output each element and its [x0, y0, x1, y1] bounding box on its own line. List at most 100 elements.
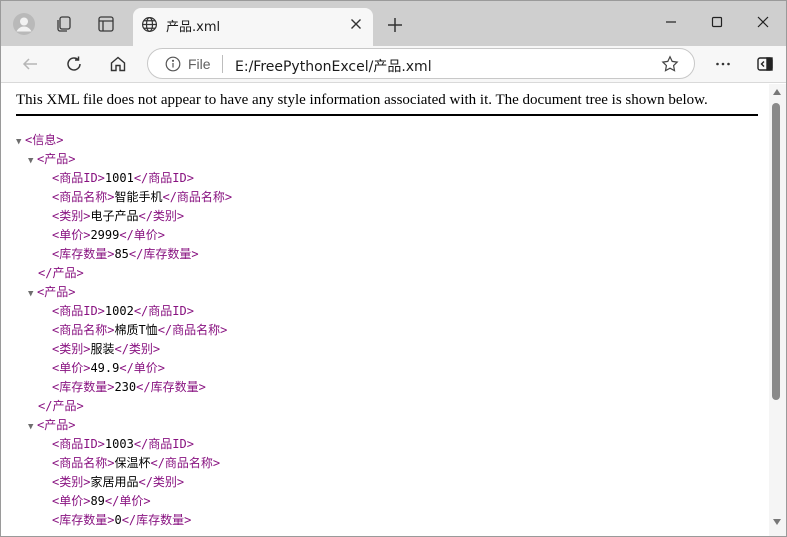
star-icon[interactable] — [660, 54, 680, 74]
xml-open-tag: <产品> — [37, 285, 76, 299]
xml-text-value: 智能手机 — [114, 190, 163, 204]
xml-tree-line[interactable]: ▼ <产品> — [1, 283, 761, 302]
xml-open-tag: <库存数量> — [52, 380, 115, 394]
home-icon[interactable] — [103, 49, 133, 79]
xml-close-tag: </产品> — [38, 399, 84, 413]
xml-text-value: 1002 — [104, 304, 134, 318]
window-close-icon[interactable] — [743, 7, 783, 37]
xml-viewer: This XML file does not appear to have an… — [1, 84, 769, 536]
xml-text-value: 1003 — [104, 437, 134, 451]
xml-open-tag: <类别> — [52, 342, 91, 356]
tab-active[interactable]: 产品.xml — [133, 8, 373, 46]
xml-open-tag: <商品名称> — [52, 323, 115, 337]
xml-open-tag: <单价> — [52, 228, 91, 242]
xml-text-value: 2999 — [90, 228, 120, 242]
xml-tree-line: <单价>89</单价> — [1, 492, 761, 511]
tab-title: 产品.xml — [166, 20, 221, 35]
xml-text-value: 49.9 — [90, 361, 120, 375]
xml-tree-line: <商品名称>智能手机</商品名称> — [1, 188, 761, 207]
xml-open-tag: <商品名称> — [52, 190, 115, 204]
xml-close-tag: </商品名称> — [157, 323, 228, 337]
maximize-icon[interactable] — [697, 7, 737, 37]
xml-text-value: 棉质T恤 — [114, 323, 158, 337]
xml-open-tag: <产品> — [37, 152, 76, 166]
xml-tree-line[interactable]: ▼ <产品> — [1, 416, 761, 435]
tab-actions-icon[interactable] — [91, 9, 121, 39]
address-bar[interactable]: File E:/FreePythonExcel/产品.xml — [147, 48, 695, 79]
plus-icon[interactable] — [383, 13, 407, 37]
address-scheme: File — [188, 56, 211, 72]
xml-tree-line: <商品ID>1002</商品ID> — [1, 302, 761, 321]
xml-close-tag: </库存数量> — [128, 247, 199, 261]
xml-close-tag: </商品ID> — [133, 437, 194, 451]
globe-icon — [139, 14, 159, 34]
xml-close-tag: </库存数量> — [136, 380, 206, 394]
minimize-icon[interactable] — [651, 7, 691, 37]
back-arrow-icon[interactable] — [15, 49, 45, 79]
xml-open-tag: <单价> — [52, 494, 91, 508]
xml-tree-line: <类别>电子产品</类别> — [1, 207, 761, 226]
xml-tree-line: <库存数量>0</库存数量> — [1, 511, 761, 530]
xml-tree: ▼ <信息> ▼ <产品> <商品ID>1001</商品ID> <商品名称>智能手机</商… — [1, 131, 761, 530]
xml-close-tag: </单价> — [119, 361, 166, 375]
xml-tree-line: <单价>49.9</单价> — [1, 359, 761, 378]
workspaces-icon[interactable] — [49, 9, 79, 39]
xml-close-tag: </商品名称> — [150, 456, 221, 470]
xml-tree-line[interactable]: ▼ <信息> — [1, 131, 761, 150]
xml-open-tag: <商品名称> — [52, 456, 115, 470]
xml-tree-line: <类别>服装</类别> — [1, 340, 761, 359]
xml-tree-line: <商品名称>棉质T恤</商品名称> — [1, 321, 761, 340]
xml-close-tag: </产品> — [38, 266, 84, 280]
tab-strip: 产品.xml — [1, 1, 786, 46]
xml-tree-line: <库存数量>85</库存数量> — [1, 245, 761, 264]
vertical-scrollbar[interactable] — [769, 84, 786, 536]
xml-text-value: 85 — [114, 247, 129, 261]
info-icon[interactable] — [164, 55, 182, 73]
profile-avatar-icon[interactable] — [9, 9, 39, 39]
xml-close-tag: </商品ID> — [133, 171, 194, 185]
scroll-up-icon[interactable] — [772, 88, 782, 96]
xml-open-tag: <库存数量> — [52, 513, 115, 527]
scrollbar-thumb[interactable] — [772, 103, 780, 400]
xml-text-value: 服装 — [90, 342, 115, 356]
xml-close-tag: </类别> — [138, 209, 185, 223]
close-icon[interactable] — [347, 15, 365, 33]
xml-close-tag: </商品ID> — [133, 304, 194, 318]
xml-tree-line: </产品> — [1, 264, 761, 283]
xml-tree-line: <单价>2999</单价> — [1, 226, 761, 245]
xml-text-value: 230 — [114, 380, 137, 394]
xml-close-tag: </商品名称> — [162, 190, 233, 204]
xml-close-tag: </类别> — [138, 475, 185, 489]
xml-tree-line: <商品ID>1001</商品ID> — [1, 169, 761, 188]
address-url[interactable]: E:/FreePythonExcel/产品.xml — [235, 56, 432, 76]
xml-tree-line: <类别>家居用品</类别> — [1, 473, 761, 492]
more-icon[interactable] — [708, 49, 738, 79]
xml-close-tag: </类别> — [114, 342, 161, 356]
browser-window: 产品.xml File E:/FreePythonExcel/产品.xml Th… — [0, 0, 787, 537]
xml-close-tag: </单价> — [104, 494, 151, 508]
xml-open-tag: <信息> — [25, 133, 64, 147]
xml-tree-line[interactable]: ▼ <产品> — [1, 150, 761, 169]
scroll-down-icon[interactable] — [772, 518, 782, 526]
xml-text-value: 保温杯 — [114, 456, 151, 470]
xml-text-value: 1001 — [104, 171, 134, 185]
xml-open-tag: <产品> — [37, 418, 76, 432]
xml-tree-line: </产品> — [1, 397, 761, 416]
xml-open-tag: <商品ID> — [52, 437, 105, 451]
xml-tree-line: <商品ID>1003</商品ID> — [1, 435, 761, 454]
xml-open-tag: <类别> — [52, 475, 91, 489]
xml-text-value: 家居用品 — [90, 475, 139, 489]
xml-open-tag: <库存数量> — [52, 247, 115, 261]
xml-text-value: 电子产品 — [90, 209, 139, 223]
xml-text-value: 89 — [90, 494, 105, 508]
xml-open-tag: <商品ID> — [52, 304, 105, 318]
xml-tree-line: <库存数量>230</库存数量> — [1, 378, 761, 397]
address-divider — [222, 55, 223, 73]
sidebar-icon[interactable] — [750, 49, 780, 79]
refresh-icon[interactable] — [59, 49, 89, 79]
xml-open-tag: <单价> — [52, 361, 91, 375]
toolbar: File E:/FreePythonExcel/产品.xml — [1, 46, 786, 83]
xml-close-tag: </单价> — [119, 228, 166, 242]
xml-text-value: 0 — [114, 513, 122, 527]
xml-open-tag: <商品ID> — [52, 171, 105, 185]
